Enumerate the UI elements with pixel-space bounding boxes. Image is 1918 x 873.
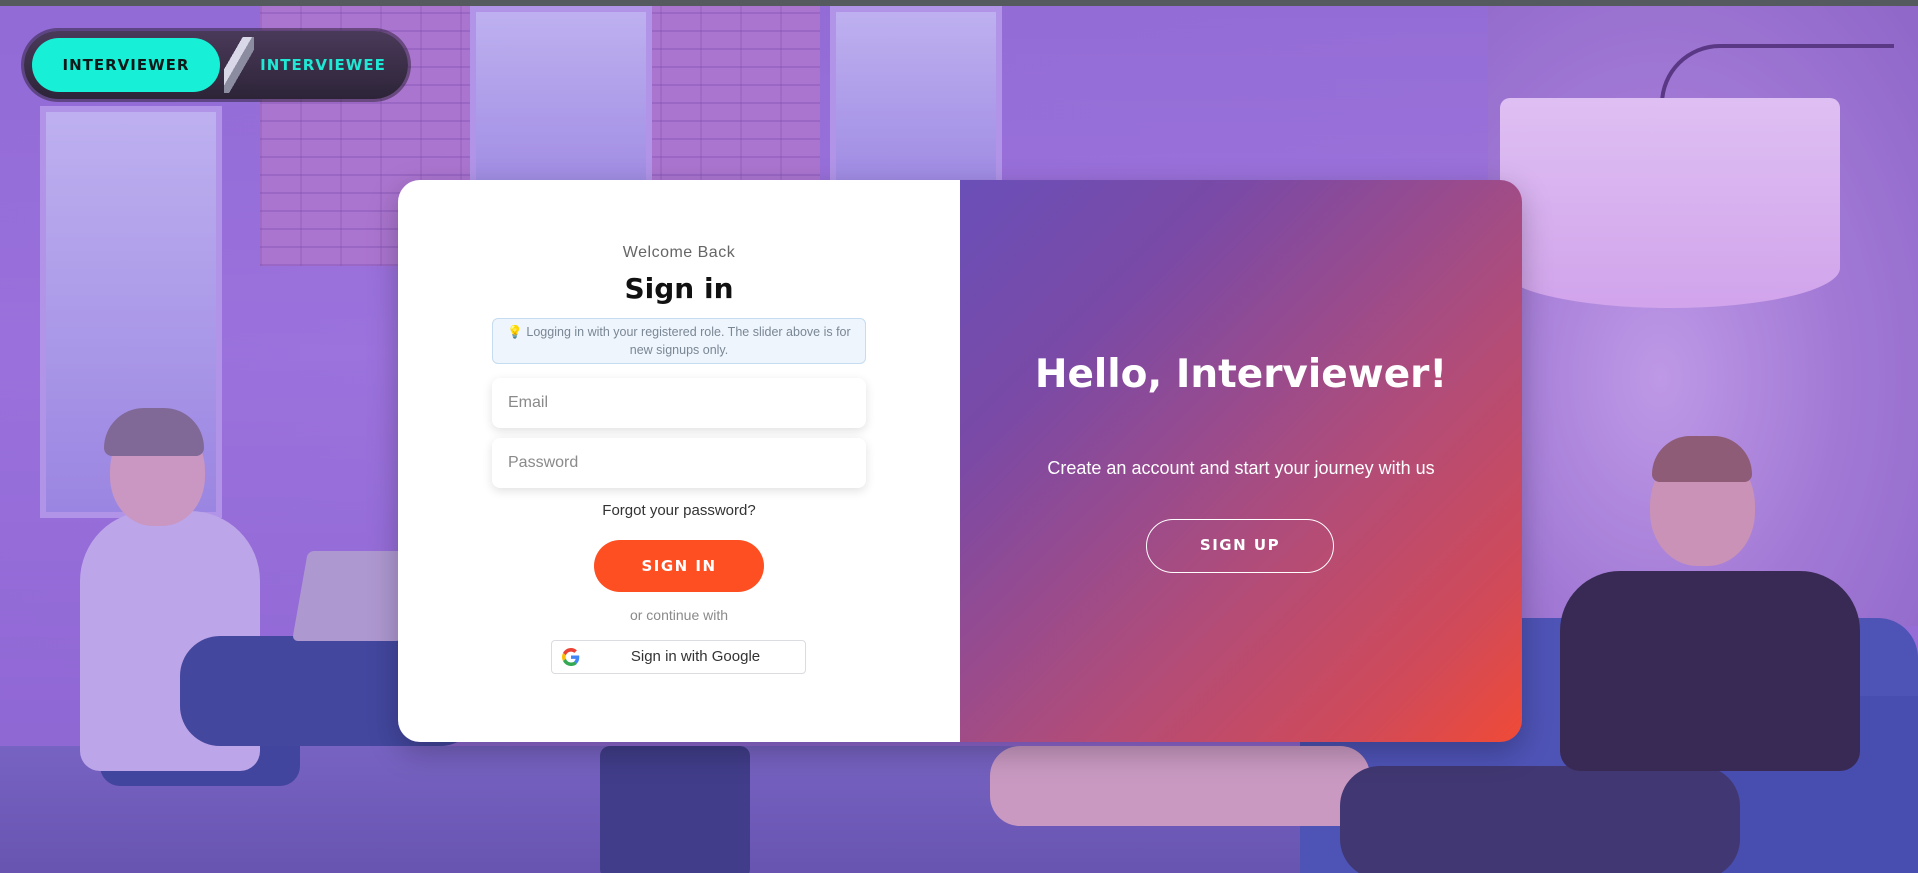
- role-option-interviewer[interactable]: INTERVIEWER: [32, 38, 220, 92]
- browser-top-bar: [0, 0, 1918, 6]
- email-field[interactable]: [492, 378, 866, 428]
- role-toggle[interactable]: INTERVIEWER INTERVIEWEE: [24, 31, 408, 99]
- google-signin-button[interactable]: Sign in with Google: [551, 640, 806, 674]
- signup-heading: Hello, Interviewer!: [1034, 352, 1448, 397]
- forgot-password-link[interactable]: Forgot your password?: [398, 502, 960, 519]
- password-field[interactable]: [492, 438, 866, 488]
- role-note: 💡 Logging in with your registered role. …: [492, 318, 866, 364]
- welcome-text: Welcome Back: [622, 244, 736, 261]
- or-continue-text: or continue with: [629, 607, 729, 623]
- lightbulb-icon: 💡: [507, 325, 523, 339]
- signup-button[interactable]: SIGN UP: [1146, 519, 1334, 573]
- signup-tagline: Create an account and start your journey…: [1047, 458, 1435, 478]
- signin-title: Sign in: [624, 272, 734, 305]
- google-signin-label: Sign in with Google: [630, 648, 761, 665]
- signin-panel: Welcome Back Sign in 💡 Logging in with y…: [398, 180, 960, 742]
- google-icon: [562, 648, 580, 666]
- signin-button[interactable]: SIGN IN: [594, 540, 764, 592]
- signup-panel: Hello, Interviewer! Create an account an…: [960, 180, 1522, 742]
- role-option-interviewee[interactable]: INTERVIEWEE: [238, 38, 408, 92]
- auth-card: Welcome Back Sign in 💡 Logging in with y…: [398, 180, 1522, 742]
- role-note-text: Logging in with your registered role. Th…: [526, 325, 851, 357]
